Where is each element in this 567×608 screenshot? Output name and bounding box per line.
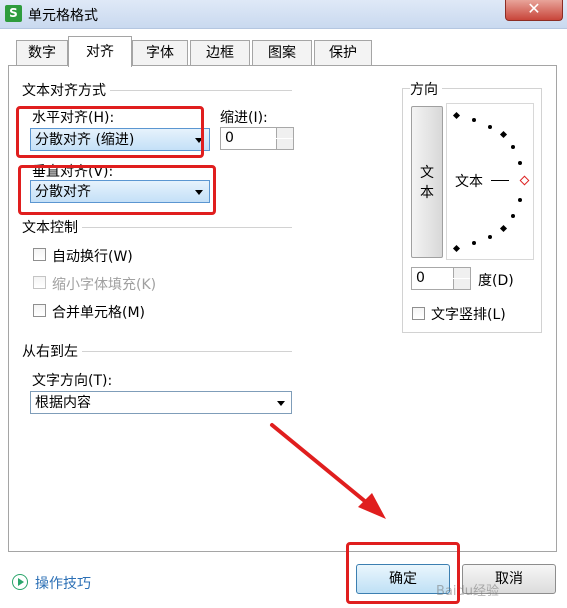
dial-marker: [499, 130, 508, 139]
dial-marker: [518, 198, 522, 202]
tab-number[interactable]: 数字: [16, 40, 68, 65]
rtl-heading: 从右到左: [22, 341, 82, 361]
close-button[interactable]: ✕: [505, 0, 563, 21]
degrees-value: 0: [416, 270, 425, 286]
indent-stepper[interactable]: 0: [220, 127, 294, 150]
shrink-to-fit-checkbox: [33, 276, 46, 289]
text-alignment-heading: 文本对齐方式: [22, 80, 110, 100]
spin-up-button[interactable]: [453, 268, 470, 278]
chevron-down-icon: [277, 401, 285, 406]
tab-border[interactable]: 边框: [190, 40, 250, 65]
orientation-heading: 方向: [410, 79, 442, 99]
merge-cells-label: 合并单元格(M): [52, 305, 146, 321]
close-icon: ✕: [527, 0, 541, 18]
dial-pointer-line: [491, 180, 509, 181]
text-control-heading: 文本控制: [22, 217, 82, 237]
text-direction-label: 文字方向(T):: [32, 373, 113, 389]
degrees-stepper[interactable]: 0: [411, 267, 471, 290]
dial-marker: [472, 118, 476, 122]
tab-pattern[interactable]: 图案: [252, 40, 312, 65]
degrees-label: 度(D): [478, 273, 514, 289]
text-direction-select[interactable]: 根据内容: [30, 391, 292, 414]
dial-marker: [472, 241, 476, 245]
app-icon: S: [5, 5, 22, 22]
dial-marker: [511, 214, 515, 218]
play-circle-icon[interactable]: [12, 574, 28, 590]
spin-down-button[interactable]: [453, 279, 470, 289]
vertical-text-button[interactable]: 文本: [411, 106, 443, 258]
shrink-to-fit-label: 缩小字体填充(K): [52, 277, 157, 293]
window-title: 单元格格式: [28, 8, 98, 24]
highlight-box-ok: [346, 542, 460, 604]
wrap-text-checkbox[interactable]: [33, 248, 46, 261]
tips-link[interactable]: 操作技巧: [35, 573, 91, 593]
text-direction-value: 根据内容: [35, 395, 91, 411]
wrap-text-label: 自动换行(W): [52, 249, 133, 265]
indent-label: 缩进(I):: [220, 110, 268, 126]
vertical-text-checkbox[interactable]: [412, 307, 425, 320]
dial-marker: [488, 235, 492, 239]
vertical-text-label: 文本: [420, 165, 434, 201]
highlight-box-vertical: [18, 165, 216, 215]
dial-marker: [511, 145, 515, 149]
tab-font[interactable]: 字体: [132, 40, 188, 65]
dial-marker: [518, 161, 522, 165]
annotation-arrow-icon: [270, 423, 386, 519]
play-icon: [18, 578, 24, 586]
vertical-text-checkbox-label: 文字竖排(L): [431, 307, 506, 323]
dial-marker: [499, 224, 508, 233]
tab-alignment[interactable]: 对齐: [68, 36, 132, 67]
dial-marker: [452, 111, 461, 120]
spin-up-button[interactable]: [276, 128, 293, 138]
dial-marker: [452, 244, 461, 253]
tab-protection[interactable]: 保护: [314, 40, 372, 65]
dial-marker: [488, 125, 492, 129]
dial-handle-icon[interactable]: [519, 175, 530, 186]
merge-cells-checkbox[interactable]: [33, 304, 46, 317]
highlight-box-horizontal: [16, 106, 204, 158]
orientation-dial[interactable]: 文本: [446, 103, 534, 260]
indent-value: 0: [225, 130, 234, 146]
dial-text: 文本: [455, 174, 483, 190]
spin-down-button[interactable]: [276, 139, 293, 149]
